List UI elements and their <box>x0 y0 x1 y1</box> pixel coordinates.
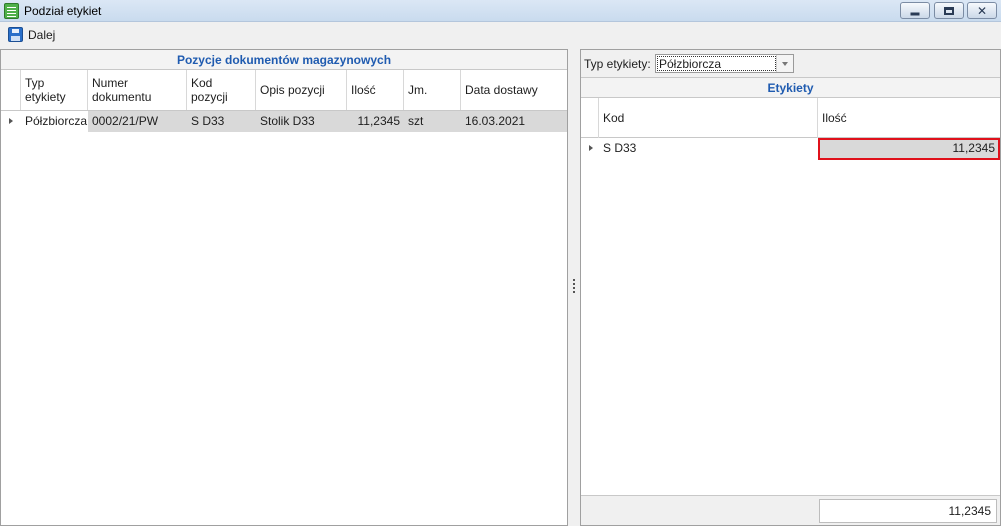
row-indicator-header <box>581 98 599 138</box>
column-header-numer-dokumentu[interactable]: Numer dokumentu <box>88 70 187 110</box>
close-button[interactable]: ✕ <box>967 2 997 19</box>
label-type-select[interactable]: Półzbiorcza <box>655 54 794 73</box>
grid-header: Typ etykiety Numer dokumentu Kod pozycji… <box>1 70 567 111</box>
cell-ilosc-editing[interactable]: 11,2345 <box>818 138 1000 160</box>
column-header-kod-pozycji[interactable]: Kod pozycji <box>187 70 256 110</box>
column-header-ilosc[interactable]: Ilość <box>818 98 1000 138</box>
column-header-opis-pozycji[interactable]: Opis pozycji <box>256 70 347 110</box>
labels-grid: Etykiety Kod Ilość S D33 11,2345 <box>581 77 1000 495</box>
close-icon: ✕ <box>976 3 988 18</box>
panel-caption: Etykiety <box>581 78 1000 98</box>
cell-data-dostawy[interactable]: 16.03.2021 <box>461 111 567 132</box>
splitter-grip-icon[interactable] <box>573 279 576 295</box>
title-bar: Podział etykiet ✕ <box>0 0 1001 22</box>
window-title: Podział etykiet <box>24 4 102 18</box>
column-header-jm[interactable]: Jm. <box>404 70 461 110</box>
document-positions-panel: Pozycje dokumentów magazynowych Typ etyk… <box>0 49 568 526</box>
toolbar: Dalej <box>0 23 1001 47</box>
cell-opis-pozycji[interactable]: Stolik D33 <box>256 111 347 132</box>
minimize-button[interactable] <box>900 2 930 19</box>
cell-typ-etykiety[interactable]: Półzbiorcza <box>21 111 88 132</box>
cell-ilosc[interactable]: 11,2345 <box>347 111 404 132</box>
column-header-data-dostawy[interactable]: Data dostawy <box>461 70 567 110</box>
column-header-typ-etykiety[interactable]: Typ etykiety <box>21 70 88 110</box>
cell-numer-dokumentu[interactable]: 0002/21/PW <box>88 111 187 132</box>
chevron-down-icon[interactable] <box>776 55 793 72</box>
column-header-ilosc[interactable]: Ilość <box>347 70 404 110</box>
labels-panel: Typ etykiety: Półzbiorcza Etykiety Kod I… <box>580 49 1001 526</box>
maximize-button[interactable] <box>934 2 964 19</box>
minimize-icon <box>910 12 920 15</box>
label-type-value[interactable]: Półzbiorcza <box>657 56 776 71</box>
cell-kod[interactable]: S D33 <box>599 138 818 159</box>
label-type-label: Typ etykiety: <box>584 57 651 71</box>
row-indicator-icon <box>1 111 21 132</box>
table-row[interactable]: Półzbiorcza 0002/21/PW S D33 Stolik D33 … <box>1 111 567 132</box>
column-header-kod[interactable]: Kod <box>599 98 818 138</box>
maximize-icon <box>944 6 954 15</box>
cell-kod-pozycji[interactable]: S D33 <box>187 111 256 132</box>
save-icon <box>8 27 23 42</box>
next-button[interactable]: Dalej <box>6 26 55 44</box>
next-button-label: Dalej <box>28 28 56 42</box>
grid-header: Kod Ilość <box>581 98 1000 138</box>
total-quantity: 11,2345 <box>819 499 997 523</box>
app-icon <box>4 3 19 19</box>
footer-row: 11,2345 <box>581 495 1000 525</box>
panel-caption: Pozycje dokumentów magazynowych <box>1 50 567 70</box>
cell-jm[interactable]: szt <box>404 111 461 132</box>
label-type-row: Typ etykiety: Półzbiorcza <box>581 50 1000 77</box>
row-indicator-icon <box>581 138 599 159</box>
row-indicator-header <box>1 70 21 110</box>
table-row[interactable]: S D33 11,2345 <box>581 138 1000 160</box>
